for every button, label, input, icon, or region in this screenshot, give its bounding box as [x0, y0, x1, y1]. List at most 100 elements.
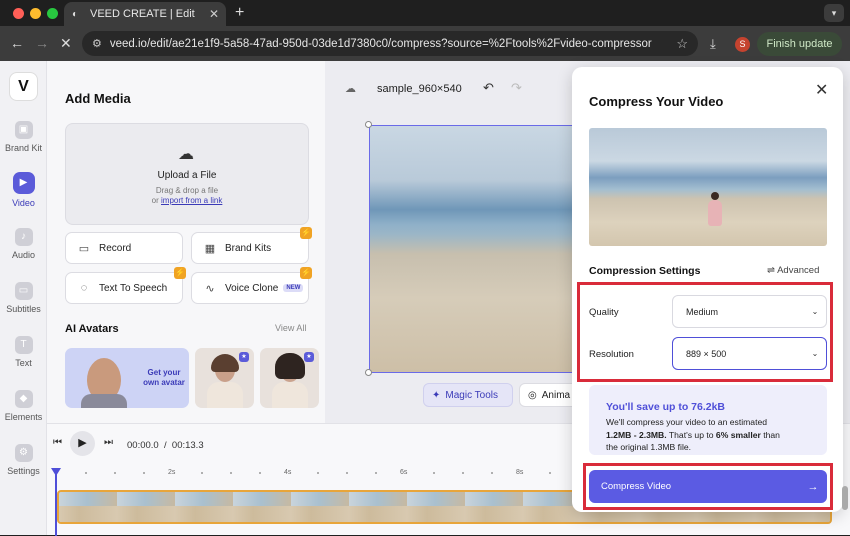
project-name[interactable]: sample_960×540 — [377, 83, 462, 95]
timecode: 00:00.0 / 00:13.3 — [127, 440, 204, 451]
sidebar-item-brand-kit[interactable]: ▣ Brand Kit — [0, 121, 47, 153]
modal-title: Compress Your Video — [589, 94, 724, 109]
avatar-card[interactable]: ★ — [260, 348, 319, 408]
bookmark-star-icon[interactable]: ☆ — [676, 36, 688, 52]
sidebar-item-label: Brand Kit — [4, 143, 43, 153]
video-thumbnail — [589, 128, 827, 246]
savings-percent: 6% smaller — [715, 429, 761, 440]
panel-title: Add Media — [65, 91, 131, 106]
sidebar-item-label: Subtitles — [6, 304, 41, 314]
stop-loading-icon[interactable]: ✕ — [60, 35, 72, 51]
browser-tab[interactable]: ◐ VEED CREATE | Edit ✕ — [64, 2, 226, 26]
ruler-tick — [375, 472, 377, 474]
text-to-speech-label: Text To Speech — [99, 282, 168, 294]
arrow-right-icon: → — [807, 480, 819, 493]
undo-icon[interactable]: ↶ — [483, 80, 494, 96]
upload-or: or — [151, 196, 159, 205]
sidebar-item-settings[interactable]: ⚙ Settings — [0, 444, 47, 476]
sidebar-item-video[interactable]: ▶ Video — [0, 172, 47, 208]
ruler-tick — [85, 472, 87, 474]
address-bar[interactable]: ⚙ veed.io/edit/ae21e1f9-5a58-47ad-950d-0… — [82, 31, 698, 56]
left-sidebar: V ▣ Brand Kit ▶ Video ♪ Audio ▭ Subtitle… — [0, 61, 47, 535]
sidebar-item-audio[interactable]: ♪ Audio — [0, 228, 47, 260]
new-tab-icon[interactable]: + — [235, 5, 244, 21]
forward-arrow-icon[interactable]: → — [35, 35, 49, 51]
text-to-speech-button[interactable]: ◌ Text To Speech ⚡ — [65, 267, 186, 304]
savings-title: You'll save up to 76.2kB — [606, 401, 726, 413]
veed-editor: V ▣ Brand Kit ▶ Video ♪ Audio ▭ Subtitle… — [0, 61, 850, 536]
resolution-label: Resolution — [589, 349, 634, 360]
compress-button-label: Compress Video — [601, 481, 672, 492]
download-icon[interactable]: ⤓ — [710, 36, 716, 52]
quality-label: Quality — [589, 307, 619, 318]
voice-clone-button[interactable]: ∿ Voice Clone NEW ⚡ — [191, 267, 312, 304]
record-button[interactable]: ▭ Record — [65, 232, 183, 264]
video-preview-canvas[interactable] — [369, 125, 574, 373]
tab-title: VEED CREATE | Edit — [90, 8, 195, 20]
finish-update-button[interactable]: Finish update — [757, 32, 842, 56]
window-close-button[interactable] — [13, 8, 24, 19]
resolution-value: 889 × 500 — [686, 348, 727, 359]
ruler-tick — [462, 472, 464, 474]
resolution-select[interactable]: 889 × 500 ⌄ — [672, 337, 827, 370]
brand-kits-button[interactable]: ▦ Brand Kits ⚡ — [191, 227, 312, 264]
camera-icon: ▭ — [78, 242, 90, 255]
back-arrow-icon[interactable]: ← — [10, 35, 24, 51]
compress-video-button[interactable]: Compress Video → — [589, 470, 827, 503]
ruler-tick — [114, 472, 116, 474]
ruler-tick-label: 8s — [516, 469, 524, 476]
animate-label: Anima — [541, 389, 571, 401]
avatar-body — [272, 382, 308, 408]
avatar-shoulders — [81, 394, 127, 408]
skip-forward-icon[interactable]: ⏭ — [104, 437, 113, 448]
sidebar-item-label: Audio — [11, 250, 36, 260]
total-time: 00:13.3 — [171, 440, 204, 451]
person-figure — [707, 192, 723, 228]
page-scrollbar[interactable] — [842, 486, 848, 510]
resize-handle[interactable] — [365, 369, 372, 376]
close-icon[interactable]: ✕ — [815, 80, 828, 100]
ai-avatars-title: AI Avatars — [65, 323, 119, 335]
sparkle-icon: ✦ — [432, 389, 441, 401]
cloud-sync-icon: ☁ — [345, 83, 356, 95]
avatar-card[interactable]: ★ — [195, 348, 254, 408]
skip-back-icon[interactable]: ⏮ — [53, 437, 62, 448]
window-maximize-button[interactable] — [47, 8, 58, 19]
voice-clone-label: Voice Clone — [225, 282, 279, 294]
compression-settings-title: Compression Settings — [589, 265, 701, 277]
profile-avatar[interactable]: S — [735, 37, 750, 52]
redo-icon[interactable]: ↷ — [511, 80, 522, 96]
upload-dropzone[interactable]: ☁ Upload a File Drag & drop a file or im… — [65, 123, 309, 225]
tab-close-icon[interactable]: ✕ — [206, 7, 222, 21]
sidebar-item-subtitles[interactable]: ▭ Subtitles — [0, 282, 47, 314]
sidebar-item-text[interactable]: T Text — [0, 336, 47, 368]
sidebar-item-label: Elements — [4, 412, 43, 422]
animate-button[interactable]: ◎ Anima — [519, 383, 579, 407]
resize-handle[interactable] — [365, 121, 372, 128]
advanced-label: Advanced — [777, 265, 820, 276]
savings-body: We'll compress your video to an estimate… — [606, 416, 820, 454]
time-separator: / — [163, 440, 167, 451]
tab-search-chevron-icon[interactable]: ▾ — [824, 4, 844, 22]
play-button[interactable]: ▶ — [70, 431, 95, 456]
url-text: veed.io/edit/ae21e1f9-5a58-47ad-950d-03d… — [109, 37, 652, 50]
speech-bubble-icon: ◌ — [80, 282, 88, 294]
view-all-link[interactable]: View All — [275, 323, 306, 333]
advanced-toggle[interactable]: ⇌ Advanced — [767, 265, 819, 276]
avatar-premium-icon: ★ — [304, 352, 314, 362]
brand-kits-label: Brand Kits — [225, 242, 272, 254]
gear-icon: ⚙ — [14, 444, 33, 462]
add-media-panel: Add Media ☁ Upload a File Drag & drop a … — [47, 61, 325, 423]
sidebar-item-elements[interactable]: ◆ Elements — [0, 390, 47, 422]
person-body — [708, 200, 722, 226]
magic-tools-button[interactable]: ✦ Magic Tools — [423, 383, 513, 407]
ruler-tick — [259, 472, 261, 474]
avatar-hair — [275, 353, 305, 379]
quality-select[interactable]: Medium ⌄ — [672, 295, 827, 328]
site-settings-icon[interactable]: ⚙ — [92, 37, 102, 50]
veed-logo[interactable]: V — [9, 72, 38, 101]
import-link[interactable]: import from a link — [161, 196, 222, 205]
window-minimize-button[interactable] — [30, 8, 41, 19]
ruler-tick — [143, 472, 145, 474]
custom-avatar-card[interactable]: Get your own avatar — [65, 348, 189, 408]
